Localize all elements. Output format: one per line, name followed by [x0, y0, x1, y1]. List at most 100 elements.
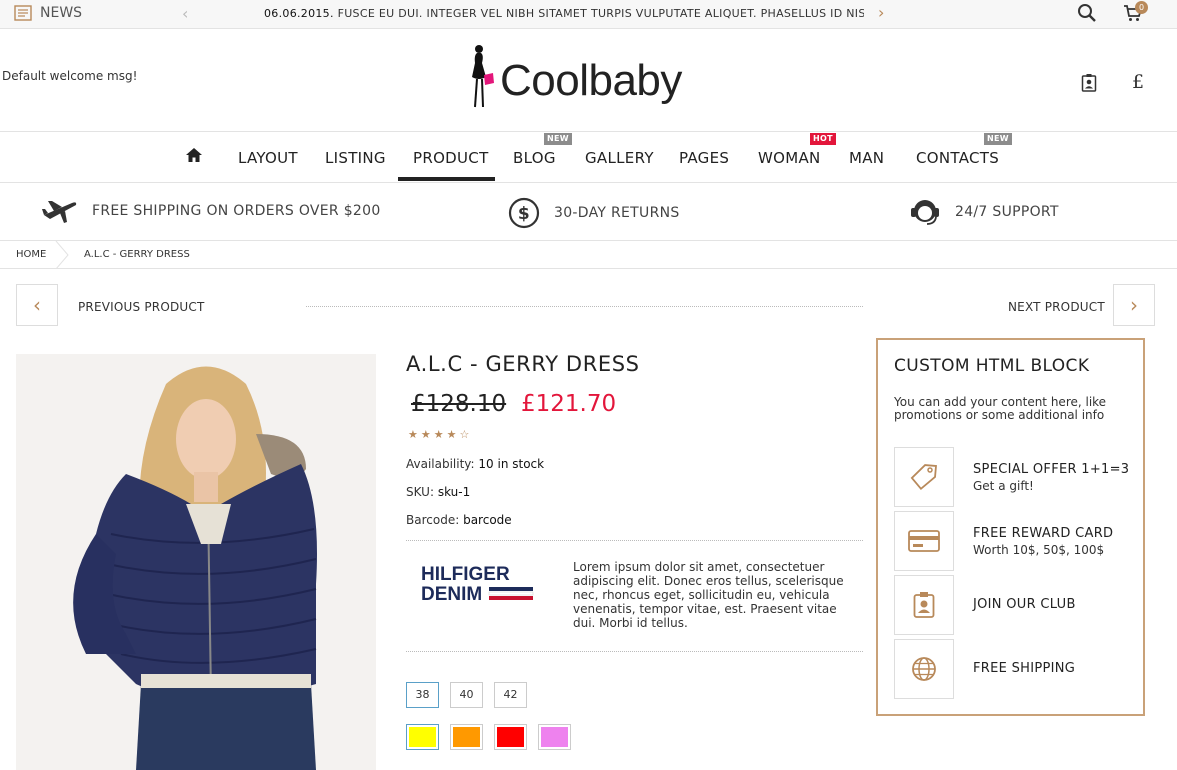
- brand-description: Lorem ipsum dolor sit amet, consectetuer…: [573, 560, 844, 630]
- currency-selector[interactable]: £: [1132, 71, 1144, 93]
- next-product-button[interactable]: ›: [1113, 284, 1155, 326]
- divider: [406, 540, 863, 541]
- availability-label: Availability:: [406, 457, 475, 471]
- feature-support: 24/7 SUPPORT: [909, 197, 1059, 227]
- swatch-fill: [409, 727, 436, 747]
- nav-item-listing[interactable]: LISTING: [325, 149, 386, 167]
- hot-badge: HOT: [810, 133, 836, 145]
- newspaper-icon: [14, 5, 32, 21]
- logo-text: Coolbaby: [500, 56, 682, 105]
- custom-block-item-sub: Get a gift!: [973, 479, 1034, 493]
- size-option[interactable]: 42: [494, 682, 527, 708]
- next-product-label[interactable]: NEXT PRODUCT: [1008, 300, 1105, 314]
- sku-label: SKU:: [406, 485, 434, 499]
- custom-block-item-label: FREE REWARD CARD: [973, 526, 1114, 541]
- custom-block-item-offer[interactable]: SPECIAL OFFER 1+1=3 Get a gift!: [894, 447, 1134, 507]
- nav-item-blog[interactable]: BLOG NEW: [513, 133, 572, 167]
- nav-item-contacts-label: CONTACTS: [916, 149, 1000, 167]
- news-next-arrow-icon[interactable]: ›: [878, 3, 884, 22]
- cart-count-badge: 0: [1135, 1, 1148, 14]
- color-swatch-orange[interactable]: [450, 724, 483, 750]
- previous-product-label[interactable]: PREVIOUS PRODUCT: [78, 300, 205, 314]
- welcome-message: Default welcome msg!: [2, 69, 138, 83]
- product-price: £121.70: [521, 391, 617, 417]
- feature-free-shipping: FREE SHIPPING ON ORDERS OVER $200: [42, 197, 381, 225]
- availability-value: 10 in stock: [478, 457, 545, 471]
- news-label: NEWS: [14, 5, 82, 21]
- breadcrumb-home[interactable]: HOME: [16, 249, 46, 260]
- nav-item-product[interactable]: PRODUCT: [413, 149, 489, 167]
- sku-value: sku-1: [437, 485, 471, 499]
- size-option[interactable]: 40: [450, 682, 483, 708]
- divider: [406, 651, 863, 652]
- main-nav: LAYOUT LISTING PRODUCT BLOG NEW GALLERY …: [0, 132, 1177, 183]
- product-photo: [16, 354, 376, 770]
- cb-icon-box: [894, 447, 954, 507]
- breadcrumb: HOME A.L.C - GERRY DRESS: [0, 241, 1177, 269]
- nav-item-woman-label: WOMAN: [758, 149, 821, 167]
- cb-icon-box: [894, 575, 954, 635]
- feature-label: 24/7 SUPPORT: [955, 204, 1059, 220]
- news-date: 06.06.2015.: [264, 7, 334, 20]
- cb-icon-box: [894, 639, 954, 699]
- swatch-fill: [497, 727, 524, 747]
- barcode-label: Barcode:: [406, 513, 460, 527]
- custom-block-item-shipping[interactable]: FREE SHIPPING: [894, 639, 1134, 699]
- nav-active-indicator: [398, 177, 495, 181]
- feature-returns: $ 30-DAY RETURNS: [508, 197, 680, 229]
- feature-label: FREE SHIPPING ON ORDERS OVER $200: [92, 203, 381, 219]
- news-label-text: NEWS: [40, 5, 83, 21]
- home-icon[interactable]: [185, 147, 203, 163]
- news-ticker[interactable]: 06.06.2015. FUSCE EU DUI. INTEGER VEL NI…: [264, 7, 864, 20]
- new-badge: NEW: [544, 133, 572, 145]
- brand-line2: DENIM: [421, 584, 482, 604]
- globe-icon: [912, 657, 936, 681]
- custom-block-item-sub: Worth 10$, 50$, 100$: [973, 543, 1105, 557]
- nav-item-man[interactable]: MAN: [849, 149, 884, 167]
- product-old-price: £128.10: [411, 391, 507, 417]
- cb-icon-box: [894, 511, 954, 571]
- nav-item-gallery[interactable]: GALLERY: [585, 149, 654, 167]
- product-image[interactable]: [16, 354, 376, 770]
- news-headline: FUSCE EU DUI. INTEGER VEL NIBH SITAMET T…: [337, 7, 864, 20]
- svg-text:$: $: [518, 204, 530, 224]
- nav-item-pages[interactable]: PAGES: [679, 149, 729, 167]
- color-swatch-yellow[interactable]: [406, 724, 439, 750]
- features-strip: FREE SHIPPING ON ORDERS OVER $200 $ 30-D…: [0, 183, 1177, 241]
- dollar-icon: $: [508, 197, 540, 229]
- nav-item-layout[interactable]: LAYOUT: [238, 149, 298, 167]
- nav-item-woman[interactable]: WOMAN HOT: [758, 133, 836, 167]
- previous-product-button[interactable]: ‹: [16, 284, 58, 326]
- product-title: A.L.C - GERRY DRESS: [406, 352, 640, 376]
- site-header: Default welcome msg! Coolbaby £: [0, 29, 1177, 132]
- barcode-value: barcode: [463, 513, 512, 527]
- availability-row: Availability: 10 in stock: [406, 457, 544, 471]
- swatch-fill: [541, 727, 568, 747]
- breadcrumb-separator-icon: [55, 241, 69, 269]
- brand-logo[interactable]: HILFIGER DENIM: [421, 562, 535, 604]
- headset-icon: [911, 200, 939, 225]
- swatch-fill: [453, 727, 480, 747]
- product-rating-stars[interactable]: ★★★★☆: [408, 428, 472, 441]
- logo-silhouette-icon: [472, 45, 494, 108]
- card-icon: [908, 530, 940, 552]
- pager-divider: [306, 306, 863, 307]
- account-icon[interactable]: [1081, 73, 1097, 93]
- color-swatch-violet[interactable]: [538, 724, 571, 750]
- site-logo[interactable]: Coolbaby: [466, 43, 682, 111]
- plane-icon: [42, 201, 77, 223]
- search-icon[interactable]: [1077, 3, 1097, 23]
- nav-item-contacts[interactable]: CONTACTS NEW: [916, 133, 1012, 167]
- news-prev-arrow-icon[interactable]: ‹: [182, 4, 188, 23]
- custom-html-block: CUSTOM HTML BLOCK You can add your conte…: [876, 338, 1145, 716]
- brand-line1: HILFIGER: [421, 564, 510, 585]
- custom-block-description: You can add your content here, like prom…: [894, 395, 1107, 422]
- size-option[interactable]: 38: [406, 682, 439, 708]
- sku-row: SKU: sku-1: [406, 485, 470, 499]
- feature-label: 30-DAY RETURNS: [554, 205, 680, 221]
- color-swatch-red[interactable]: [494, 724, 527, 750]
- nav-item-blog-label: BLOG: [513, 149, 556, 167]
- custom-block-item-club[interactable]: JOIN OUR CLUB: [894, 575, 1134, 635]
- custom-block-item-reward[interactable]: FREE REWARD CARD Worth 10$, 50$, 100$: [894, 511, 1134, 571]
- breadcrumb-current: A.L.C - GERRY DRESS: [84, 249, 190, 260]
